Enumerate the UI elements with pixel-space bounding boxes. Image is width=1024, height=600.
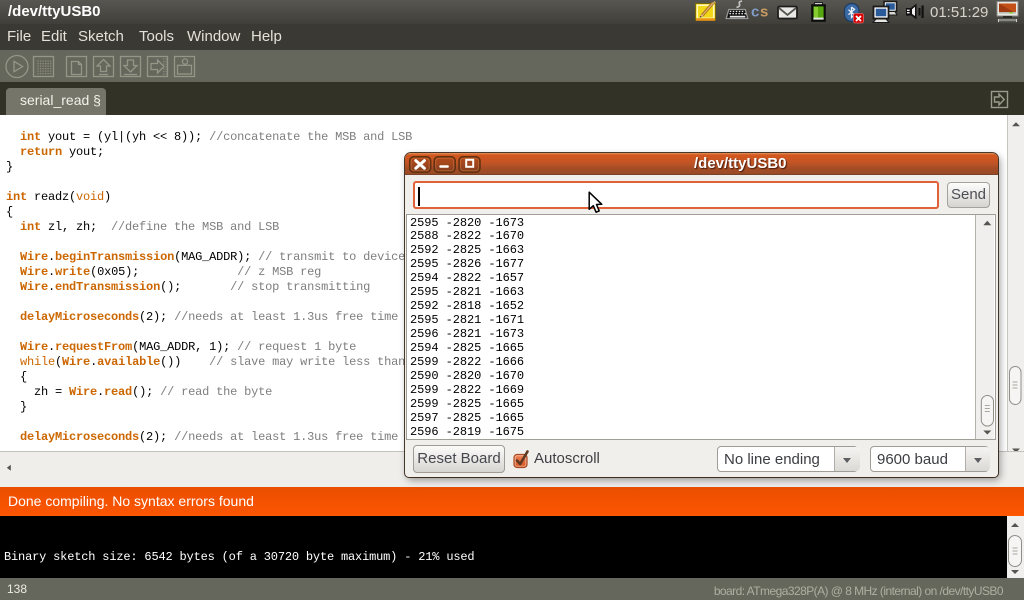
svg-text:s: s xyxy=(760,4,768,21)
svg-text:c: c xyxy=(751,4,759,21)
